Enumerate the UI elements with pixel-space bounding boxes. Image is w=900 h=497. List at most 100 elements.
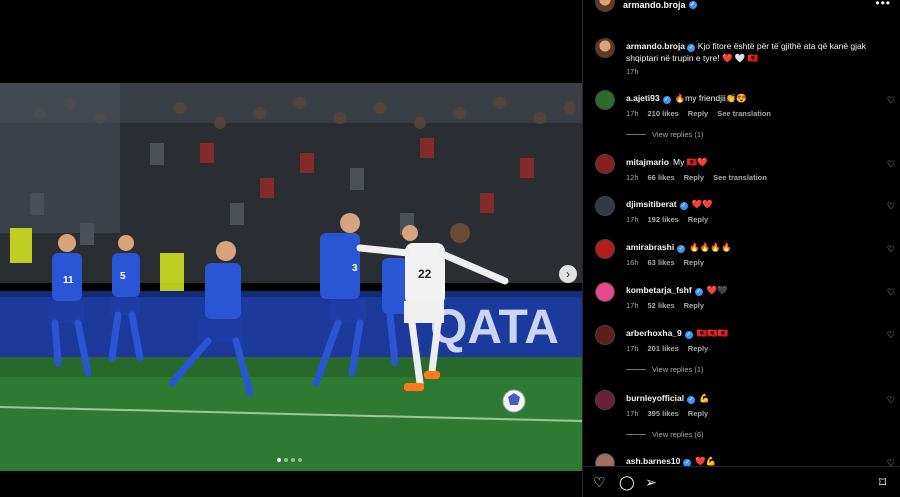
comment-likes[interactable]: 66 likes bbox=[648, 173, 675, 182]
like-comment-icon[interactable]: ♡ bbox=[887, 95, 895, 106]
comment-meta: 17h 201 likes Reply bbox=[626, 344, 708, 353]
commenter-avatar[interactable] bbox=[595, 90, 615, 110]
commenter-avatar[interactable] bbox=[595, 453, 615, 466]
reply-button[interactable]: Reply bbox=[688, 409, 708, 418]
comment-item: burnleyofficial ✓ 💪 17h 395 likes Reply View r… bbox=[583, 388, 900, 450]
verified-icon: ✓ bbox=[687, 44, 696, 52]
caption-avatar[interactable] bbox=[595, 38, 615, 58]
verified-icon: ✓ bbox=[677, 245, 686, 253]
commenter-avatar[interactable] bbox=[595, 390, 615, 410]
comment-meta: 17h 192 likes Reply bbox=[626, 215, 708, 224]
see-translation-link[interactable]: See translation bbox=[717, 109, 771, 118]
author-avatar[interactable] bbox=[595, 0, 615, 12]
commenter-avatar[interactable] bbox=[595, 154, 615, 174]
reply-button[interactable]: Reply bbox=[684, 301, 704, 310]
heart-icon[interactable]: ♡ bbox=[593, 475, 606, 489]
see-translation-link[interactable]: See translation bbox=[713, 173, 767, 182]
comment-meta: 16h 63 likes Reply bbox=[626, 258, 704, 267]
svg-text:3: 3 bbox=[352, 263, 358, 274]
comment-time: 17h bbox=[626, 409, 639, 418]
more-options-icon[interactable]: ••• bbox=[875, 0, 891, 10]
commenter-username[interactable]: djimsitiberat bbox=[626, 199, 677, 209]
caption-text: armando.broja ✓ Kjo fitore është për të … bbox=[626, 41, 867, 63]
replies-divider bbox=[626, 369, 646, 370]
verified-icon: ✓ bbox=[687, 396, 696, 404]
view-replies-label: View replies (6) bbox=[652, 430, 704, 439]
commenter-username[interactable]: kombetarja_fshf bbox=[626, 285, 692, 295]
carousel-indicator bbox=[277, 458, 302, 462]
like-comment-icon[interactable]: ♡ bbox=[887, 244, 895, 255]
view-replies-label: View replies (1) bbox=[652, 130, 704, 139]
comment-likes[interactable]: 52 likes bbox=[648, 301, 675, 310]
replies-divider bbox=[626, 434, 646, 435]
comment-time: 17h bbox=[626, 215, 639, 224]
commenter-username[interactable]: burnleyofficial bbox=[626, 393, 684, 403]
comment-body: 💪 bbox=[699, 393, 710, 403]
commenter-avatar[interactable] bbox=[595, 239, 615, 259]
next-slide-button[interactable]: › bbox=[559, 265, 577, 283]
like-comment-icon[interactable]: ♡ bbox=[887, 159, 895, 170]
like-comment-icon[interactable]: ♡ bbox=[887, 330, 895, 341]
verified-icon: ✓ bbox=[683, 459, 692, 466]
post-viewer: QATA 22 11 5 3 › armando.broja ✓ ••• arm… bbox=[0, 0, 900, 497]
carousel-dot bbox=[291, 458, 295, 462]
comment-body: 🇦🇱🇦🇱🇦🇱 bbox=[696, 328, 729, 338]
reply-button[interactable]: Reply bbox=[688, 109, 708, 118]
comment-time: 17h bbox=[626, 301, 639, 310]
commenter-avatar[interactable] bbox=[595, 325, 615, 345]
comment-body: ❤️❤️ bbox=[691, 199, 713, 209]
comment-meta: 17h 52 likes Reply bbox=[626, 301, 704, 310]
commenter-avatar[interactable] bbox=[595, 196, 615, 216]
comment-likes[interactable]: 395 likes bbox=[648, 409, 679, 418]
view-replies-button[interactable]: View replies (6) bbox=[626, 430, 704, 439]
comment-likes[interactable]: 63 likes bbox=[648, 258, 675, 267]
comments-list: a.ajeti93 ✓ 🔥my friendjii👏😍 17h 210 likes Rep… bbox=[583, 88, 900, 466]
bookmark-icon[interactable]: ⌑ bbox=[879, 475, 886, 489]
comment-meta: 17h 395 likes Reply bbox=[626, 409, 708, 418]
commenter-username[interactable]: amirabrashi bbox=[626, 242, 674, 252]
comment-text: amirabrashi ✓ 🔥🔥🔥🔥 bbox=[626, 242, 732, 253]
comment-item: mitajmario My 🇦🇱❤️ 12h 66 likes Reply See tra… bbox=[583, 152, 900, 196]
reply-button[interactable]: Reply bbox=[684, 258, 704, 267]
commenter-avatar[interactable] bbox=[595, 282, 615, 302]
comment-text: djimsitiberat ✓ ❤️❤️ bbox=[626, 199, 713, 210]
comment-item: arberhoxha_9 ✓ 🇦🇱🇦🇱🇦🇱 17h 201 likes Reply View… bbox=[583, 323, 900, 385]
commenter-username[interactable]: arberhoxha_9 bbox=[626, 328, 682, 338]
comment-body: 🔥🔥🔥🔥 bbox=[689, 242, 732, 252]
caption-author[interactable]: armando.broja bbox=[626, 41, 685, 51]
reply-button[interactable]: Reply bbox=[688, 344, 708, 353]
comment-text: arberhoxha_9 ✓ 🇦🇱🇦🇱🇦🇱 bbox=[626, 328, 729, 339]
like-comment-icon[interactable]: ♡ bbox=[887, 395, 895, 406]
comment-text: mitajmario My 🇦🇱❤️ bbox=[626, 157, 708, 168]
commenter-username[interactable]: ash.barnes10 bbox=[626, 456, 680, 466]
author-username[interactable]: armando.broja ✓ bbox=[623, 0, 697, 10]
view-replies-button[interactable]: View replies (1) bbox=[626, 365, 704, 374]
comment-item: djimsitiberat ✓ ❤️❤️ 17h 192 likes Reply ♡ bbox=[583, 194, 900, 238]
commenter-username[interactable]: a.ajeti93 bbox=[626, 93, 660, 103]
comment-body: 🔥my friendjii👏😍 bbox=[674, 93, 747, 103]
comment-likes[interactable]: 201 likes bbox=[648, 344, 679, 353]
comment-text: kombetarja_fshf ✓ ❤️🖤 bbox=[626, 285, 728, 296]
verified-icon: ✓ bbox=[684, 331, 693, 339]
like-comment-icon[interactable]: ♡ bbox=[887, 201, 895, 212]
like-comment-icon[interactable]: ♡ bbox=[887, 458, 895, 466]
comment-time: 17h bbox=[626, 109, 639, 118]
commenter-username[interactable]: mitajmario bbox=[626, 157, 669, 167]
carousel-dot bbox=[284, 458, 288, 462]
verified-icon: ✓ bbox=[688, 1, 697, 9]
chevron-right-icon: › bbox=[566, 267, 570, 281]
comment-icon[interactable]: ◯ bbox=[619, 475, 635, 489]
reply-button[interactable]: Reply bbox=[684, 173, 704, 182]
comment-item: ash.barnes10 ✓ ❤️💪 ♡ bbox=[583, 451, 900, 466]
view-replies-button[interactable]: View replies (1) bbox=[626, 130, 704, 139]
replies-divider bbox=[626, 134, 646, 135]
share-icon[interactable]: ➢ bbox=[645, 475, 657, 489]
reply-button[interactable]: Reply bbox=[688, 215, 708, 224]
comment-likes[interactable]: 210 likes bbox=[648, 109, 679, 118]
post-photo[interactable]: QATA 22 11 5 3 bbox=[0, 83, 582, 471]
comment-time: 16h bbox=[626, 258, 639, 267]
verified-icon: ✓ bbox=[694, 288, 703, 296]
comment-likes[interactable]: 192 likes bbox=[648, 215, 679, 224]
comment-body: ❤️💪 bbox=[695, 456, 717, 466]
like-comment-icon[interactable]: ♡ bbox=[887, 287, 895, 298]
